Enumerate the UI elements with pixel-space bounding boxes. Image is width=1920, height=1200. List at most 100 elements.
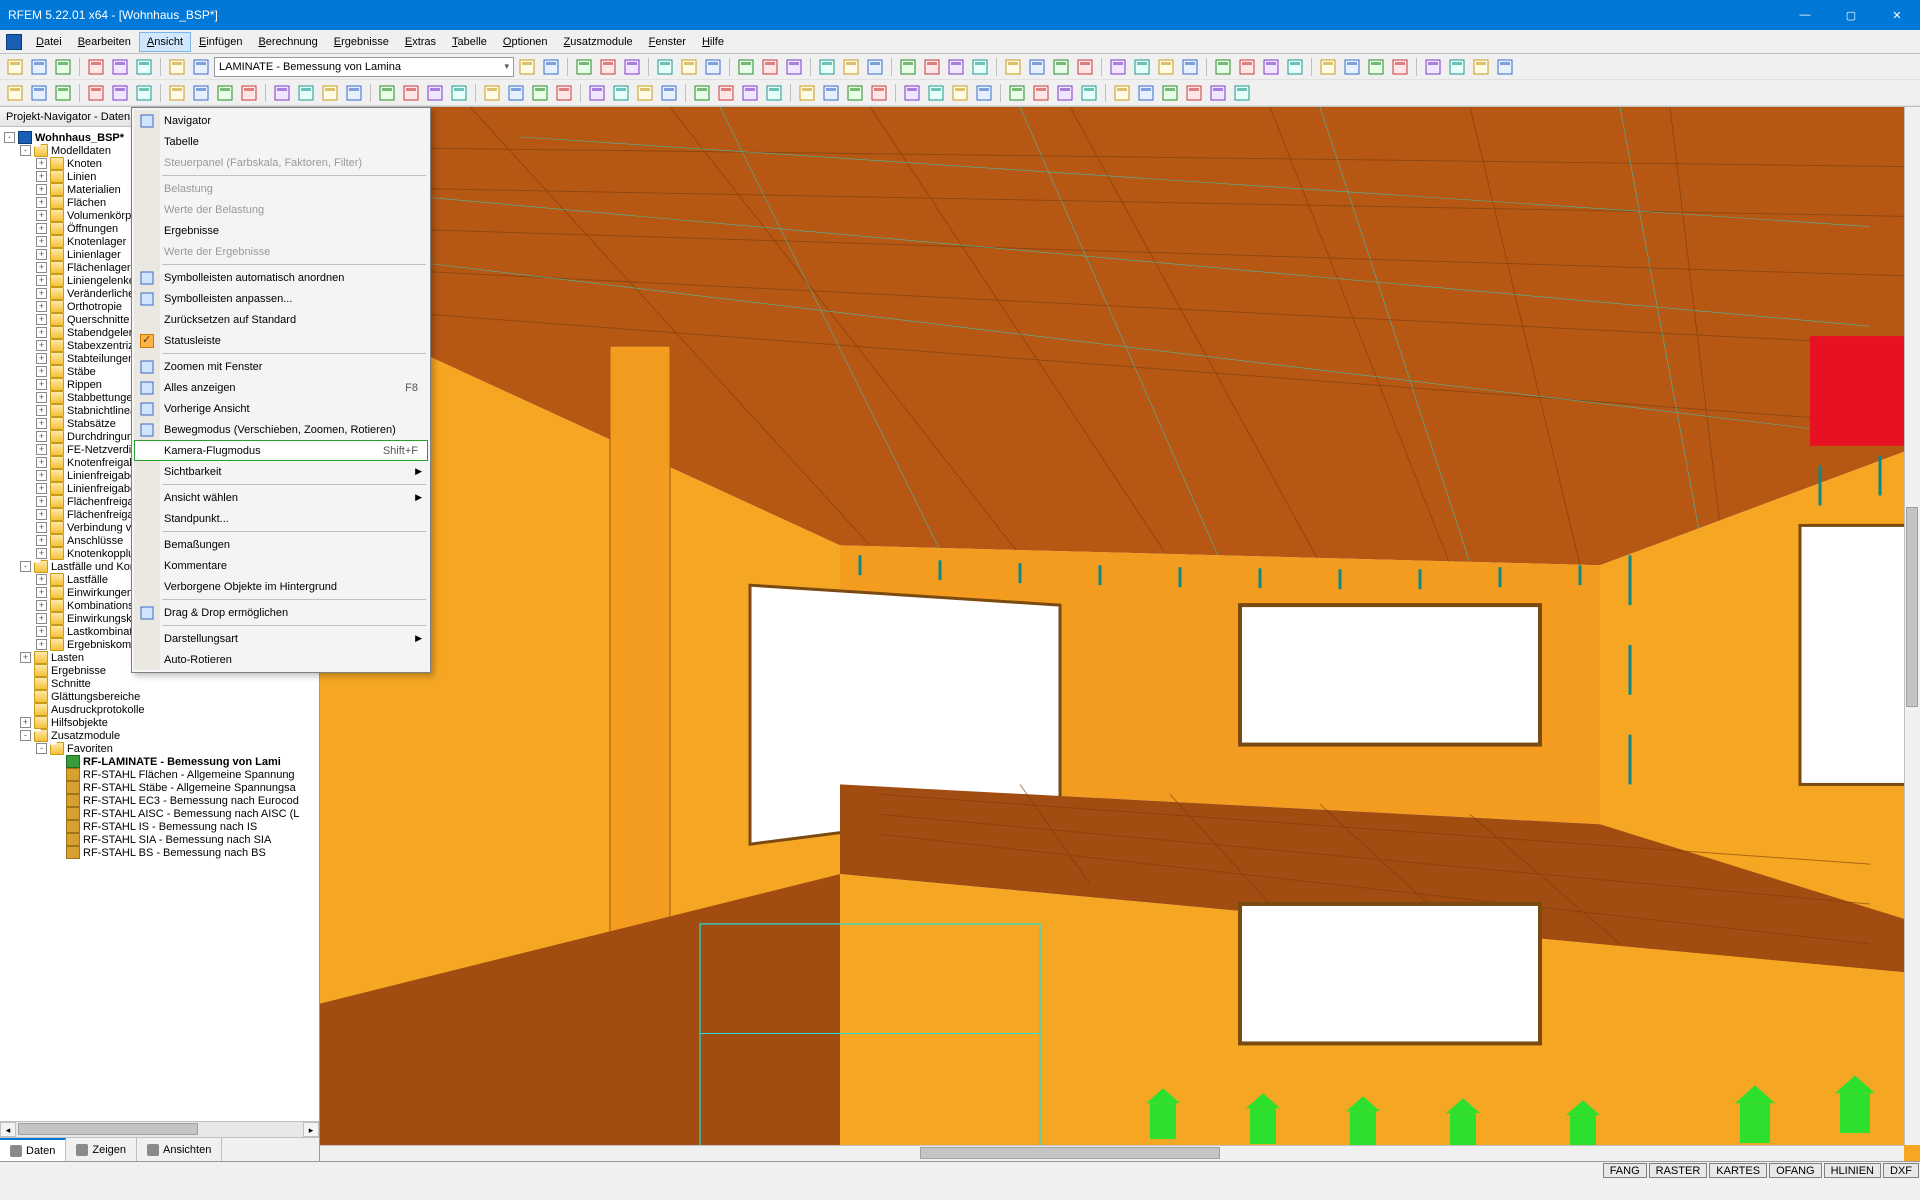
expand-icon[interactable]: + <box>36 639 47 650</box>
toolbar-button[interactable] <box>1006 82 1028 104</box>
expand-icon[interactable]: + <box>36 405 47 416</box>
expand-icon[interactable]: + <box>36 327 47 338</box>
toolbar-button[interactable] <box>1183 82 1205 104</box>
expand-icon[interactable]: + <box>36 223 47 234</box>
tree-item[interactable]: RF-LAMINATE - Bemessung von Lami <box>0 755 319 768</box>
expand-icon[interactable]: + <box>36 457 47 468</box>
menu-item[interactable]: Ansicht wählen▶ <box>134 487 428 508</box>
nav-tab-ansichten[interactable]: Ansichten <box>137 1138 222 1161</box>
collapse-icon[interactable]: - <box>20 561 31 572</box>
toolbar-button[interactable] <box>4 82 26 104</box>
toolbar-button[interactable] <box>1111 82 1133 104</box>
toolbar-button[interactable] <box>214 82 236 104</box>
toolbar-button[interactable] <box>820 82 842 104</box>
menu-item[interactable]: Auto-Rotieren <box>134 649 428 670</box>
expand-icon[interactable]: + <box>36 197 47 208</box>
menu-fenster[interactable]: Fenster <box>641 32 694 52</box>
menu-item[interactable]: Statusleiste <box>134 330 428 351</box>
toolbar-button[interactable] <box>973 82 995 104</box>
toolbar-button[interactable] <box>505 82 527 104</box>
tree-item[interactable]: RF-STAHL AISC - Bemessung nach AISC (L <box>0 807 319 820</box>
menu-item[interactable]: Sichtbarkeit▶ <box>134 461 428 482</box>
toolbar-button[interactable] <box>481 82 503 104</box>
expand-icon[interactable]: + <box>36 522 47 533</box>
toolbar-button[interactable] <box>597 56 619 78</box>
toolbar-button[interactable] <box>133 56 155 78</box>
toolbar-button[interactable] <box>52 82 74 104</box>
toolbar-button[interactable] <box>1389 56 1411 78</box>
toolbar-button[interactable] <box>1074 56 1096 78</box>
toolbar-button[interactable] <box>1231 82 1253 104</box>
toolbar-button[interactable] <box>969 56 991 78</box>
expand-icon[interactable]: + <box>36 535 47 546</box>
toolbar-button[interactable] <box>796 82 818 104</box>
ansicht-dropdown[interactable]: NavigatorTabelleSteuerpanel (Farbskala, … <box>131 107 431 673</box>
menu-ergebnisse[interactable]: Ergebnisse <box>326 32 397 52</box>
toolbar-button[interactable] <box>702 56 724 78</box>
menu-extras[interactable]: Extras <box>397 32 444 52</box>
toolbar-button[interactable] <box>1422 56 1444 78</box>
menu-item[interactable]: Kommentare <box>134 555 428 576</box>
toolbar-button[interactable] <box>844 82 866 104</box>
toolbar-button[interactable] <box>621 56 643 78</box>
toolbar-button[interactable] <box>1054 82 1076 104</box>
toolbar-button[interactable] <box>759 56 781 78</box>
tree-item[interactable]: RF-STAHL EC3 - Bemessung nach Eurocod <box>0 794 319 807</box>
toolbar-button[interactable] <box>901 82 923 104</box>
menu-item[interactable]: Zurücksetzen auf Standard <box>134 309 428 330</box>
menu-item[interactable]: Bemaßungen <box>134 534 428 555</box>
toolbar-button[interactable] <box>678 56 700 78</box>
expand-icon[interactable]: + <box>36 158 47 169</box>
vscroll-thumb[interactable] <box>1906 507 1918 707</box>
tree-item[interactable]: Ausdruckprotokolle <box>0 703 319 716</box>
toolbar-button[interactable] <box>840 56 862 78</box>
menu-tabelle[interactable]: Tabelle <box>444 32 495 52</box>
nav-tab-daten[interactable]: Daten <box>0 1138 66 1161</box>
status-raster[interactable]: RASTER <box>1649 1163 1708 1178</box>
toolbar-button[interactable] <box>634 82 656 104</box>
expand-icon[interactable]: + <box>36 353 47 364</box>
viewport-vscroll[interactable] <box>1904 107 1920 1145</box>
toolbar-button[interactable] <box>735 56 757 78</box>
menu-einfügen[interactable]: Einfügen <box>191 32 250 52</box>
toolbar-button[interactable] <box>949 82 971 104</box>
expand-icon[interactable]: + <box>36 509 47 520</box>
menu-item[interactable]: Vorherige Ansicht <box>134 398 428 419</box>
toolbar-button[interactable] <box>424 82 446 104</box>
collapse-icon[interactable]: - <box>4 132 15 143</box>
module-selector[interactable]: LAMINATE - Bemessung von Lamina <box>214 57 514 77</box>
toolbar-button[interactable] <box>715 82 737 104</box>
menu-datei[interactable]: Datei <box>28 32 70 52</box>
expand-icon[interactable]: + <box>36 483 47 494</box>
minimize-button[interactable]: ― <box>1782 0 1828 30</box>
menu-item[interactable]: Navigator <box>134 110 428 131</box>
toolbar-button[interactable] <box>529 82 551 104</box>
toolbar-button[interactable] <box>921 56 943 78</box>
expand-icon[interactable]: + <box>36 366 47 377</box>
toolbar-button[interactable] <box>238 82 260 104</box>
viewport-3d[interactable] <box>320 107 1920 1161</box>
menu-item[interactable]: Ergebnisse <box>134 220 428 241</box>
toolbar-button[interactable] <box>1159 82 1181 104</box>
expand-icon[interactable]: + <box>36 548 47 559</box>
toolbar-button[interactable] <box>166 82 188 104</box>
toolbar-button[interactable] <box>586 82 608 104</box>
toolbar-button[interactable] <box>1470 56 1492 78</box>
expand-icon[interactable]: + <box>36 275 47 286</box>
toolbar-button[interactable] <box>343 82 365 104</box>
scroll-right-arrow[interactable]: ▸ <box>303 1122 319 1137</box>
viewport-hscroll[interactable] <box>320 1145 1904 1161</box>
toolbar-button[interactable] <box>658 82 680 104</box>
toolbar-button[interactable] <box>1212 56 1234 78</box>
menu-zusatzmodule[interactable]: Zusatzmodule <box>556 32 641 52</box>
collapse-icon[interactable]: - <box>20 145 31 156</box>
expand-icon[interactable]: + <box>36 600 47 611</box>
menu-item[interactable]: Bewegmodus (Verschieben, Zoomen, Rotiere… <box>134 419 428 440</box>
toolbar-button[interactable] <box>1078 82 1100 104</box>
toolbar-button[interactable] <box>28 82 50 104</box>
toolbar-button[interactable] <box>691 82 713 104</box>
toolbar-button[interactable] <box>1341 56 1363 78</box>
toolbar-button[interactable] <box>400 82 422 104</box>
tree-item[interactable]: Glättungsbereiche <box>0 690 319 703</box>
tree-item[interactable]: RF-STAHL Flächen - Allgemeine Spannung <box>0 768 319 781</box>
